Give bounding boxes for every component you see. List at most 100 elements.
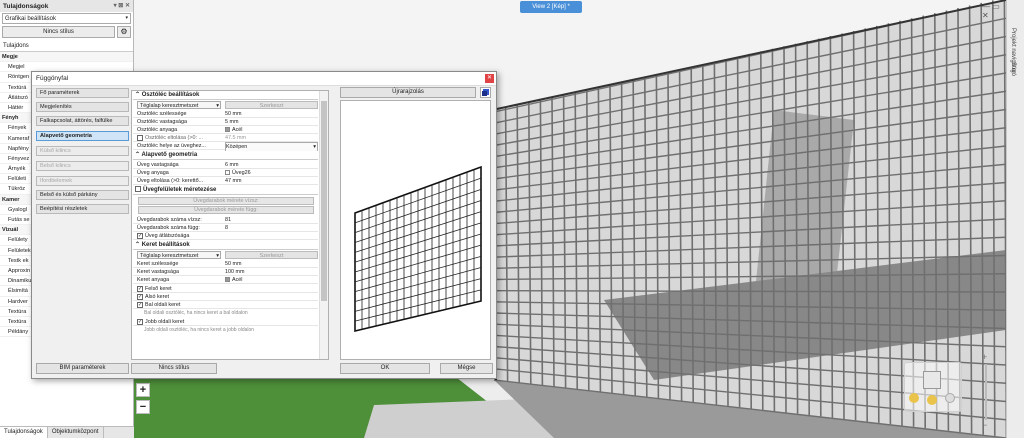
properties-tab-header[interactable]: Tulajdons (0, 40, 133, 52)
zoom-out-button[interactable]: − (136, 400, 150, 414)
grid-row[interactable]: Üveg eltolása (>0: kerettő... 47 mm (133, 177, 318, 185)
style-button[interactable]: Nincs stílus (131, 363, 217, 374)
checkbox[interactable]: ✓ (137, 285, 143, 292)
section-basic-geometry[interactable]: ⌃ Alapvető geometria (133, 151, 318, 160)
zoom-in-button[interactable]: + (136, 383, 150, 397)
grid-row[interactable]: Üvegdarabok száma függ: 8 (133, 224, 318, 232)
checkbox[interactable]: ✓ (137, 318, 143, 325)
grid-row[interactable]: Keret szélessége 50 mm (133, 260, 318, 268)
divider-edit-button[interactable]: Szerkeszt (225, 101, 318, 109)
grid-row[interactable]: Üvegdarabok száma vízsz: 81 (133, 216, 318, 224)
row-value[interactable]: 8 (225, 224, 318, 232)
panel-window-controls[interactable]: ▾ ⊠ ✕ (114, 2, 130, 9)
nav-item[interactable]: Megjelenítés (36, 102, 129, 112)
style-button[interactable]: Nincs stílus (2, 26, 115, 38)
nav-walk-icon[interactable] (945, 393, 955, 403)
checkbox[interactable] (137, 134, 143, 141)
collapse-icon[interactable]: ⌃ (135, 92, 142, 98)
grid-scrollbar[interactable] (319, 91, 328, 359)
grid-row[interactable]: ✓ Alsó keret (133, 293, 318, 301)
row-value[interactable]: 100 mm (225, 268, 318, 276)
grid-row[interactable]: Üveg anyaga Üveg26 (133, 169, 318, 177)
grid-row[interactable]: Osztóléc vastagsága 5 mm (133, 118, 318, 126)
row-value[interactable]: Acél (225, 126, 318, 134)
chevron-down-icon[interactable]: ▾ (216, 252, 219, 260)
grid-row[interactable]: Osztóléc eltolása (>0: ... 47.5 mm (133, 134, 318, 142)
row-value[interactable]: Üveg26 (225, 169, 318, 177)
glass-size-vertical-button[interactable]: Üvegdarabok mérete függ: (138, 206, 314, 214)
zoom-slider-plus-icon[interactable]: + (982, 352, 987, 362)
frame-profile-select[interactable]: Téglalap keresztmetszet ▾ (137, 251, 221, 259)
nav-item[interactable]: Falkapcsolat, áttörés, falfülke (36, 116, 129, 126)
category-select[interactable]: Grafikai beállítások ▾ (2, 13, 131, 24)
chevron-down-icon[interactable]: ▾ (125, 15, 128, 21)
nav-item[interactable]: Alapvető geometria (36, 131, 129, 141)
nav-item[interactable]: Belső kilincs (36, 161, 129, 171)
nav-cube-icon[interactable] (923, 371, 941, 389)
glass-size-horizontal-button[interactable]: Üvegdarabok mérete vízsz: (138, 197, 314, 205)
grid-row[interactable]: ✓ Jobb oldali keret (133, 318, 318, 326)
checkbox[interactable]: ✓ (137, 232, 143, 239)
row-value[interactable]: 47.5 mm (225, 134, 318, 142)
grid-row[interactable]: ✓ Üveg átlátszósága (133, 232, 318, 240)
section-frame-settings[interactable]: ⌃ Keret beállítások (133, 241, 318, 250)
row-value[interactable]: 47 mm (225, 177, 318, 185)
grid-row[interactable]: ✓ Bal oldali keret (133, 301, 318, 309)
bim-parameters-button[interactable]: BIM paraméterek (36, 363, 129, 374)
zoom-slider[interactable]: + − (982, 352, 990, 432)
nav-item[interactable]: Beépítési részletek (36, 204, 129, 214)
nav-item[interactable]: Fő paraméterek (36, 88, 129, 98)
row-key-text: Üveg átlátszósága (145, 233, 190, 239)
navigation-widget[interactable] (904, 362, 962, 412)
close-icon[interactable]: ✕ (485, 74, 494, 83)
row-value[interactable]: 81 (225, 216, 318, 224)
nav-pan-icon[interactable] (927, 395, 937, 405)
checkbox[interactable]: ✓ (137, 301, 143, 308)
refresh-button[interactable]: Újrarajzolás (340, 87, 476, 98)
collapse-icon[interactable]: ⌃ (135, 242, 142, 248)
row-key: Keret szélessége (137, 261, 179, 267)
window-controls[interactable]: — ▭ ✕ (982, 2, 1006, 20)
section-divider-settings[interactable]: ⌃ Osztóléc beállítások (133, 91, 318, 100)
checkbox[interactable] (135, 186, 141, 193)
nav-orbit-icon[interactable] (909, 393, 919, 403)
grid-row[interactable]: Üveg vastagsága 6 mm (133, 161, 318, 169)
row-key: Üveg vastagsága (137, 162, 179, 168)
cancel-button[interactable]: Mégse (440, 363, 493, 374)
row-value[interactable]: 50 mm (225, 260, 318, 268)
nav-item[interactable]: Külső kilincs (36, 146, 129, 156)
grid-row[interactable]: Osztóléc helye az üveghez... Középen ▾ (133, 142, 318, 152)
grid-row[interactable]: Osztóléc anyaga Acél (133, 126, 318, 134)
frame-profile-value: Téglalap keresztmetszet (140, 253, 199, 259)
row-value[interactable]: 50 mm (225, 110, 318, 118)
scrollbar-thumb[interactable] (321, 101, 327, 301)
grid-row[interactable]: Keret vastagsága 100 mm (133, 268, 318, 276)
section-glass-sizing[interactable]: Üvegfelületek méretezése (133, 186, 318, 195)
row-value[interactable]: 6 mm (225, 161, 318, 169)
dialog-title-bar: Függönyfal ✕ (32, 72, 496, 86)
preview-pane[interactable] (340, 100, 491, 360)
view-tab[interactable]: View 2 [Kép] * (520, 1, 582, 13)
nav-item[interactable]: Belső és külső párkány (36, 190, 129, 200)
divider-profile-select[interactable]: Téglalap keresztmetszet ▾ (137, 101, 221, 109)
row-value[interactable]: 5 mm (225, 118, 318, 126)
grid-row[interactable]: Osztóléc szélessége 50 mm (133, 110, 318, 118)
chevron-down-icon[interactable]: ▾ (216, 102, 219, 110)
zoom-slider-track[interactable] (985, 364, 987, 420)
grid-row[interactable]: ✓ Felső keret (133, 285, 318, 293)
zoom-slider-minus-icon[interactable]: − (982, 420, 987, 430)
ok-button[interactable]: OK (340, 363, 430, 374)
3d-view-icon[interactable] (480, 87, 491, 98)
chevron-down-icon[interactable]: ▾ (313, 143, 316, 151)
tab-properties[interactable]: Tulajdonságok (0, 427, 48, 438)
gear-icon[interactable]: ⚙ (117, 26, 131, 38)
row-key: Keret anyaga (137, 277, 170, 283)
row-value[interactable]: Acél (225, 276, 318, 284)
frame-edit-button[interactable]: Szerkeszt (225, 251, 318, 259)
nav-item[interactable]: Iforditelemek (36, 176, 129, 186)
grid-row[interactable]: Keret anyaga Acél (133, 276, 318, 284)
tab-object-center[interactable]: Objektumközpont (48, 427, 104, 438)
help-tab[interactable]: Súgó (1010, 62, 1016, 76)
property-section[interactable]: Megje (0, 52, 133, 63)
checkbox[interactable]: ✓ (137, 293, 143, 300)
